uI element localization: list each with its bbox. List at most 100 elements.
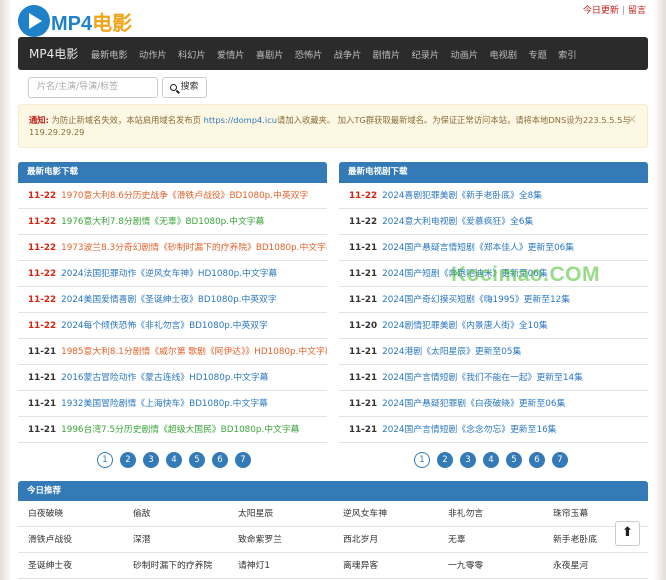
nav-item-latest[interactable]: 最新电影 [91, 47, 128, 61]
recommend-item[interactable]: 非礼勿言 [438, 501, 543, 527]
notice-domain-link[interactable]: https://domp4.icu [204, 115, 277, 125]
item-title[interactable]: 2024国产奇幻摸买短剧《嗨1995》更新至12集 [382, 295, 570, 305]
today-update-link[interactable]: 今日更新 [583, 6, 619, 16]
item-title[interactable]: 1973波兰8.3分奇幻剧情《砂制时漏下的疗养院》BD1080p.中文字幕 [61, 243, 327, 253]
item-title[interactable]: 1996台湾7.5分历史剧情《超级大国民》BD1080p.中文字幕 [61, 425, 299, 435]
page-button[interactable]: 1 [97, 452, 113, 468]
page-button[interactable]: 4 [166, 452, 182, 468]
top-links-divider: | [621, 6, 625, 16]
recommend-item[interactable]: 深潜 [123, 527, 228, 553]
list-item[interactable]: 11-21 2024港剧《太阳星辰》更新至05集 [339, 339, 648, 365]
recommend-item[interactable]: 请神灯1 [228, 553, 333, 579]
recommend-item[interactable]: 太阳星辰 [228, 501, 333, 527]
nav-item-action[interactable]: 动作片 [139, 47, 167, 61]
item-title[interactable]: 2024国产悬疑犯罪剧《白夜破晓》更新至06集 [382, 399, 565, 409]
item-title[interactable]: 2024剧情犯罪美剧《内景唐人街》全10集 [382, 321, 548, 331]
list-item[interactable]: 11-21 2024国产悬疑言情短剧《郑本佳人》更新至06集 [339, 235, 648, 261]
recommend-item[interactable]: 逆风女车神 [333, 501, 438, 527]
logo-text: MP4电影 [51, 7, 132, 36]
page-button[interactable]: 4 [483, 452, 499, 468]
recommend-item[interactable]: 离魂异客 [333, 553, 438, 579]
item-title[interactable]: 1985意大利8.1分剧情《威尔第 歌剧《阿伊达》》HD1080p.中文字幕 [61, 347, 327, 357]
list-item[interactable]: 11-22 1970意大利8.6分历史战争《滑铁卢战役》BD1080p.中英双字 [18, 183, 327, 209]
list-item[interactable]: 11-21 2024国产言情短剧《念念勿忘》更新至16集 [339, 417, 648, 443]
list-item[interactable]: 11-21 2016蒙古冒险动作《蒙古连线》HD1080p.中文字幕 [18, 365, 327, 391]
item-title[interactable]: 2024法国犯罪动作《逆风女车神》HD1080p.中文字幕 [61, 269, 277, 279]
list-item[interactable]: 11-21 2024国产奇幻摸买短剧《嗨1995》更新至12集 [339, 287, 648, 313]
page-button[interactable]: 2 [437, 452, 453, 468]
nav-item-topics[interactable]: 专题 [528, 47, 546, 61]
nav-item-war[interactable]: 战争片 [334, 47, 362, 61]
item-title[interactable]: 2024美国爱情喜剧《圣诞绅士夜》BD1080p.中英双字 [61, 295, 277, 305]
list-item[interactable]: 11-22 2024意大利电视剧《爱慕疯狂》全6集 [339, 209, 648, 235]
page-button[interactable]: 6 [529, 452, 545, 468]
search-input[interactable]: 片名/主演/导演/标签 [28, 77, 158, 98]
recommend-item[interactable]: 砂制时漏下的疗养院 [123, 553, 228, 579]
recommend-item[interactable]: 圣诞绅士夜 [18, 553, 123, 579]
site-logo[interactable]: MP4电影 [18, 5, 132, 37]
message-link[interactable]: 留言 [628, 6, 646, 16]
item-title[interactable]: 2024国产悬疑言情短剧《郑本佳人》更新至06集 [382, 243, 574, 253]
item-date: 11-22 [349, 191, 378, 201]
list-item[interactable]: 11-22 2024法国犯罪动作《逆风女车神》HD1080p.中文字幕 [18, 261, 327, 287]
latest-movies-panel: 最新电影下载 11-22 1970意大利8.6分历史战争《滑铁卢战役》BD1080… [18, 162, 327, 443]
list-item[interactable]: 11-22 1976意大利7.8分剧情《无辜》BD1080p.中文字幕 [18, 209, 327, 235]
close-icon[interactable]: × [627, 113, 637, 125]
recommend-item[interactable]: 永夜星河 [543, 553, 648, 579]
list-item[interactable]: 11-21 1932美国冒险剧情《上海快车》BD1080p.中文字幕 [18, 391, 327, 417]
item-date: 11-22 [28, 295, 57, 305]
recommend-item[interactable]: 偷敌 [123, 501, 228, 527]
list-item[interactable]: 11-22 2024喜剧犯罪美剧《新手老卧底》全8集 [339, 183, 648, 209]
search-button-label: 搜索 [180, 82, 199, 92]
recommend-item[interactable]: 白夜破晓 [18, 501, 123, 527]
item-title[interactable]: 1932美国冒险剧情《上海快车》BD1080p.中文字幕 [61, 399, 268, 409]
item-title[interactable]: 2024意大利电视剧《爱慕疯狂》全6集 [382, 217, 533, 227]
nav-item-documentary[interactable]: 纪录片 [412, 47, 440, 61]
item-title[interactable]: 2024港剧《太阳星辰》更新至05集 [382, 347, 521, 357]
latest-movies-title: 最新电影下载 [18, 162, 327, 183]
page-button[interactable]: 3 [143, 452, 159, 468]
nav-item-drama[interactable]: 剧情片 [373, 47, 401, 61]
item-title[interactable]: 2024国产言情短剧《我们不能在一起》更新至14集 [382, 373, 583, 383]
latest-tv-panel: 最新电视剧下载 11-22 2024喜剧犯罪美剧《新手老卧底》全8集 11-22 2… [339, 162, 648, 443]
recommend-item[interactable]: 西北岁月 [333, 527, 438, 553]
page-button[interactable]: 3 [460, 452, 476, 468]
item-title[interactable]: 2024喜剧犯罪美剧《新手老卧底》全8集 [382, 191, 542, 201]
page-button[interactable]: 2 [120, 452, 136, 468]
nav-item-horror[interactable]: 恐怖片 [295, 47, 323, 61]
back-to-top-button[interactable]: ⬆ [615, 521, 640, 546]
nav-item-romance[interactable]: 爱情片 [217, 47, 245, 61]
list-item[interactable]: 11-21 1996台湾7.5分历史剧情《超级大国民》BD1080p.中文字幕 [18, 417, 327, 443]
page-button[interactable]: 7 [552, 452, 568, 468]
list-item[interactable]: 11-21 1985意大利8.1分剧情《威尔第 歌剧《阿伊达》》HD1080p.中… [18, 339, 327, 365]
nav-item-animation[interactable]: 动画片 [451, 47, 479, 61]
recommend-item[interactable]: 致命紫罗兰 [228, 527, 333, 553]
item-title[interactable]: 1976意大利7.8分剧情《无辜》BD1080p.中文字幕 [61, 217, 264, 227]
nav-brand[interactable]: MP4电影 [29, 45, 78, 62]
nav-item-index[interactable]: 索引 [558, 47, 576, 61]
watermark: Kocimao.COM [451, 263, 601, 286]
page-button[interactable]: 1 [414, 452, 430, 468]
recommend-item[interactable]: 一九零零 [438, 553, 543, 579]
item-title[interactable]: 1970意大利8.6分历史战争《滑铁卢战役》BD1080p.中英双字 [61, 191, 308, 201]
list-item[interactable]: 11-21 2024国产悬疑犯罪剧《白夜破晓》更新至06集 [339, 391, 648, 417]
nav-item-scifi[interactable]: 科幻片 [178, 47, 206, 61]
item-title[interactable]: 2024每个倾佚恐怖《非礼勿言》BD1080p.中英双字 [61, 321, 268, 331]
page-button[interactable]: 6 [212, 452, 228, 468]
page-button[interactable]: 5 [189, 452, 205, 468]
list-item[interactable]: 11-22 2024美国爱情喜剧《圣诞绅士夜》BD1080p.中英双字 [18, 287, 327, 313]
page-button[interactable]: 7 [235, 452, 251, 468]
recommend-grid: 白夜破晓 偷敌 太阳星辰 逆风女车神 非礼勿言 珠帘玉幕 滑铁卢战役 深潜 致命… [18, 501, 648, 579]
item-title[interactable]: 2024国产言情短剧《念念勿忘》更新至16集 [382, 425, 556, 435]
recommend-item[interactable]: 滑铁卢战役 [18, 527, 123, 553]
search-button[interactable]: 搜索 [162, 77, 207, 98]
nav-item-tv[interactable]: 电视剧 [489, 47, 517, 61]
list-item[interactable]: 11-20 2024剧情犯罪美剧《内景唐人街》全10集 [339, 313, 648, 339]
page-button[interactable]: 5 [506, 452, 522, 468]
item-title[interactable]: 2016蒙古冒险动作《蒙古连线》HD1080p.中文字幕 [61, 373, 268, 383]
list-item[interactable]: 11-21 2024国产言情短剧《我们不能在一起》更新至14集 [339, 365, 648, 391]
nav-item-comedy[interactable]: 喜剧片 [256, 47, 284, 61]
list-item[interactable]: 11-22 2024每个倾佚恐怖《非礼勿言》BD1080p.中英双字 [18, 313, 327, 339]
list-item[interactable]: 11-22 1973波兰8.3分奇幻剧情《砂制时漏下的疗养院》BD1080p.中文… [18, 235, 327, 261]
recommend-item[interactable]: 无辜 [438, 527, 543, 553]
